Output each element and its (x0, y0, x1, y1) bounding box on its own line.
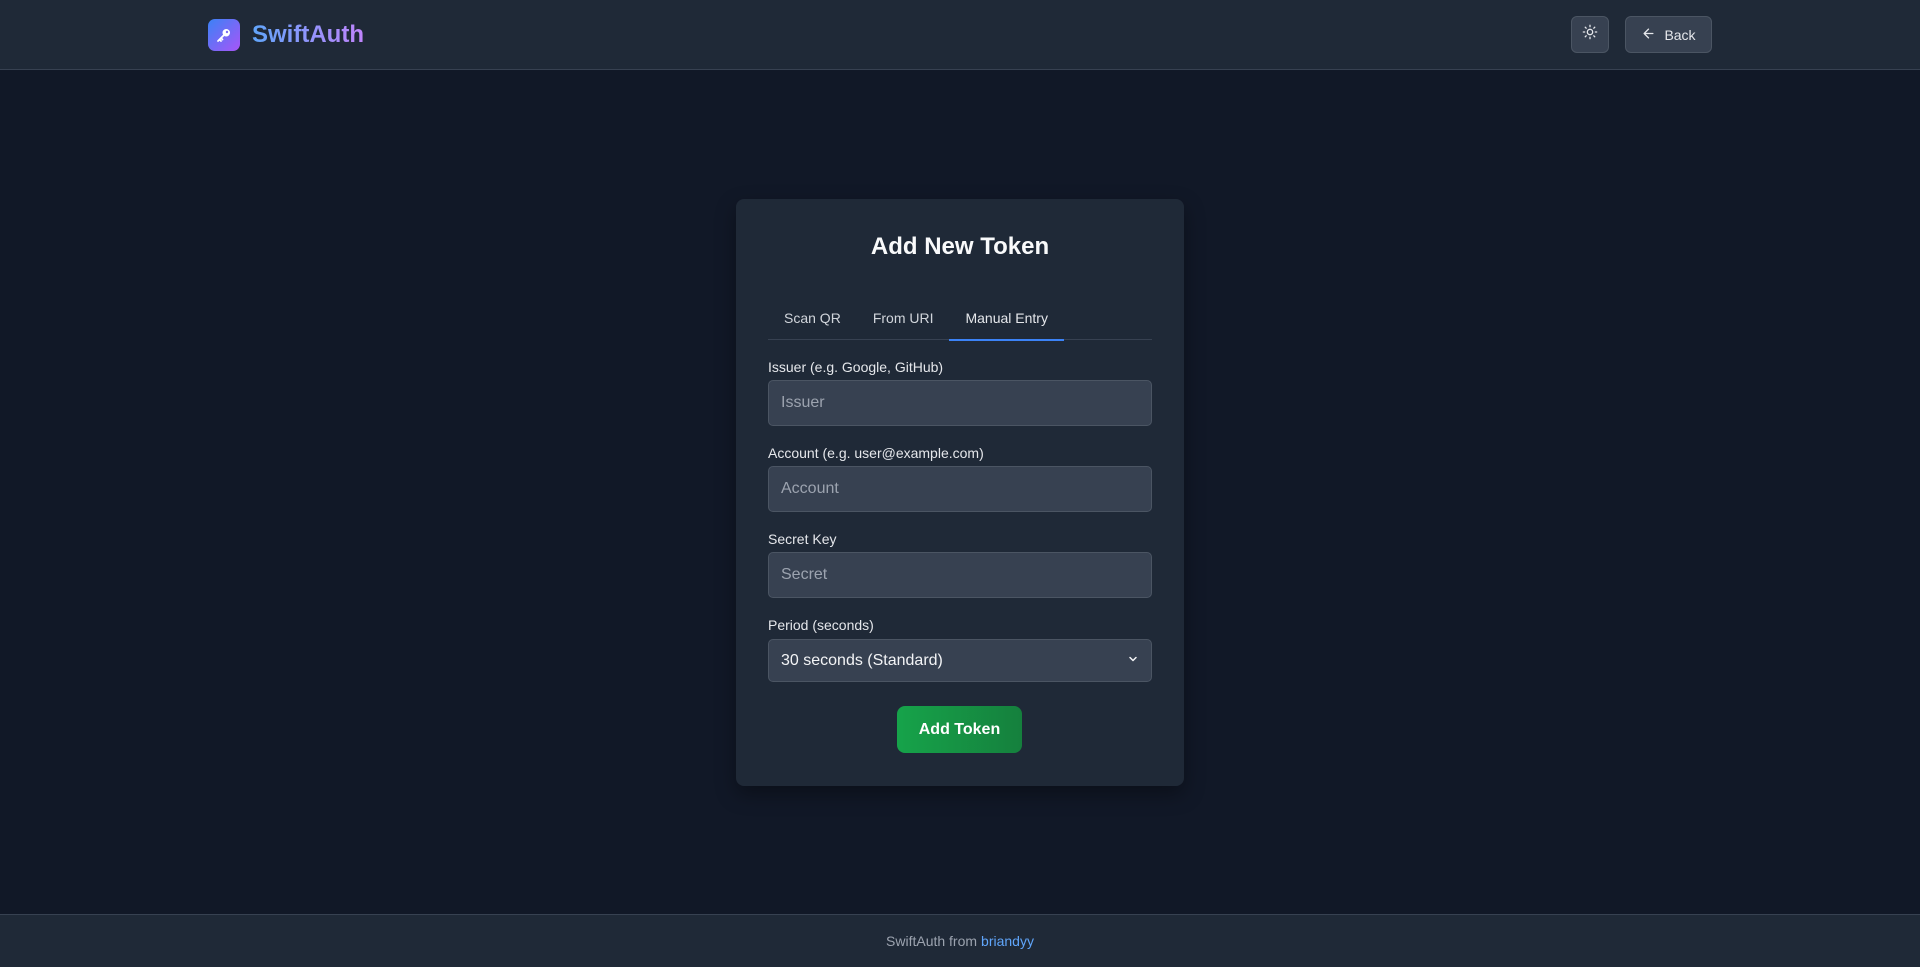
author-link[interactable]: briandyy (981, 933, 1034, 949)
period-label: Period (seconds) (768, 617, 874, 633)
account-input[interactable] (768, 466, 1152, 512)
period-select[interactable]: 30 seconds (Standard) (768, 639, 1152, 682)
footer: SwiftAuth from briandyy (0, 914, 1920, 967)
sun-icon (1582, 24, 1598, 45)
secret-key-label: Secret Key (768, 531, 837, 547)
tab-manual-entry[interactable]: Manual Entry (949, 295, 1065, 341)
chevron-down-icon (1127, 652, 1139, 670)
period-selected-value: 30 seconds (Standard) (781, 651, 943, 669)
top-header: SwiftAuth Back (0, 0, 1920, 70)
secret-input[interactable] (768, 552, 1152, 598)
account-label: Account (e.g. user@example.com) (768, 445, 984, 461)
issuer-label: Issuer (e.g. Google, GitHub) (768, 359, 944, 375)
entry-method-tabs: Scan QR From URI Manual Entry (768, 295, 1152, 341)
card-title: Add New Token (870, 233, 1050, 260)
tab-scan-qr[interactable]: Scan QR (768, 295, 857, 340)
brand-name: SwiftAuth (252, 19, 364, 51)
brand[interactable]: SwiftAuth (208, 19, 364, 51)
back-label: Back (1664, 26, 1696, 43)
add-token-card: Add New Token Scan QR From URI Manual En… (736, 199, 1184, 786)
arrow-left-icon (1641, 26, 1656, 44)
theme-toggle-button[interactable] (1571, 16, 1609, 53)
key-icon (208, 19, 240, 51)
issuer-input[interactable] (768, 380, 1152, 426)
tab-from-uri[interactable]: From URI (857, 295, 950, 340)
add-token-button[interactable]: Add Token (897, 706, 1022, 753)
footer-text: SwiftAuth from (886, 933, 978, 949)
back-button[interactable]: Back (1625, 16, 1712, 53)
